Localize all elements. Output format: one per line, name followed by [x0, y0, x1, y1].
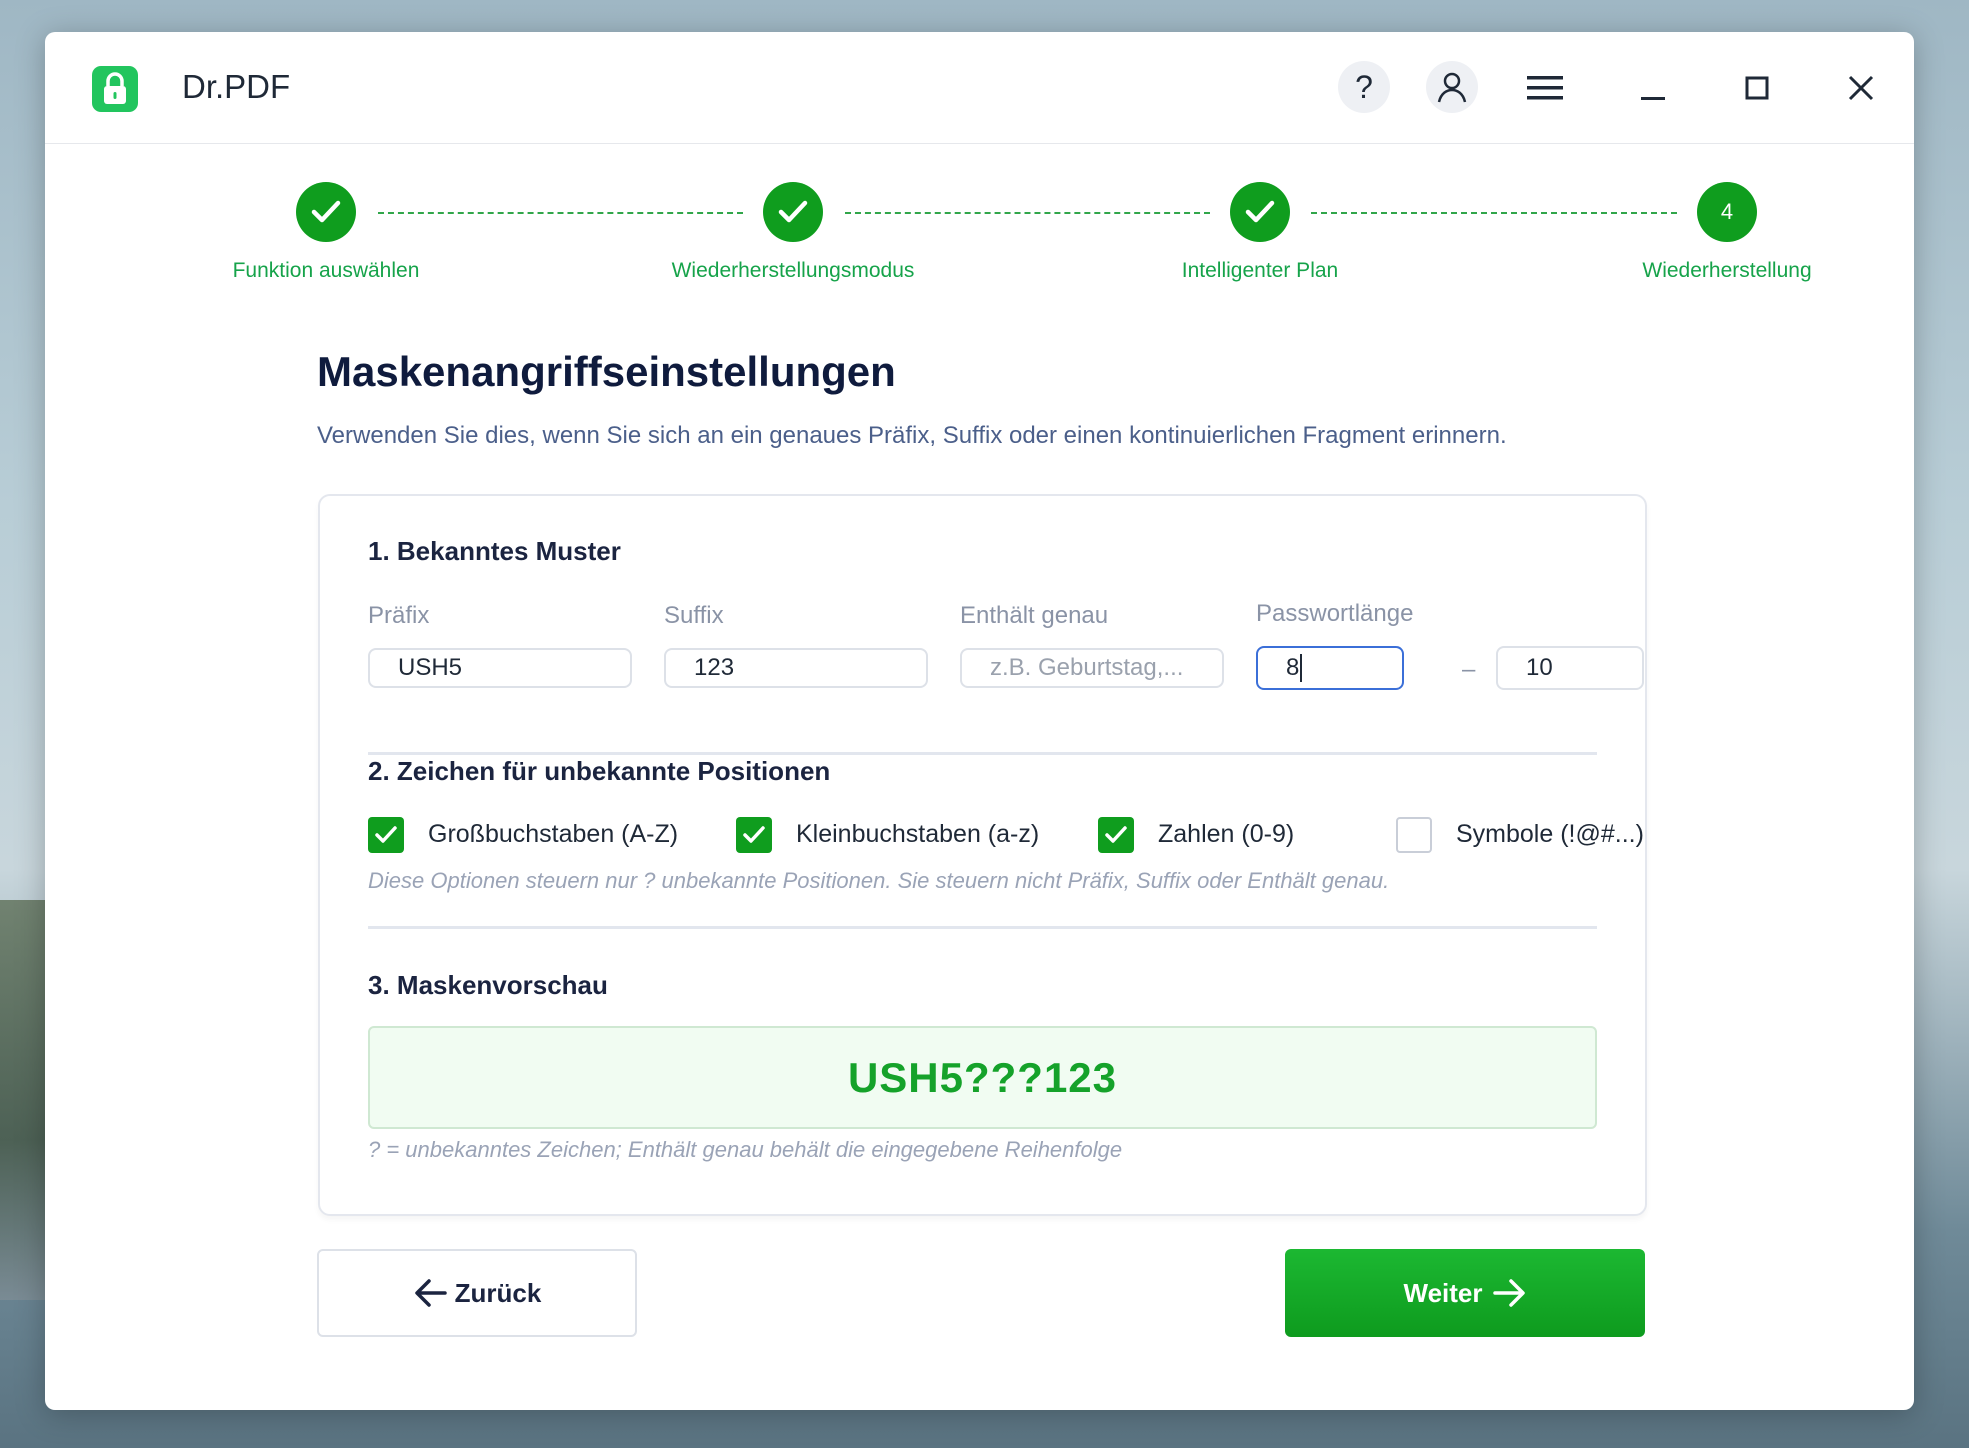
prefix-value: USH5: [398, 654, 463, 681]
step-3-done: [1230, 182, 1290, 242]
step-connector: [378, 212, 743, 214]
section-known-pattern-title: 1. Bekanntes Muster: [368, 536, 621, 566]
page-subtitle: Verwenden Sie dies, wenn Sie sich an ein…: [317, 422, 1507, 449]
app-title: Dr.PDF: [182, 68, 291, 105]
numbers-checkbox[interactable]: [1098, 817, 1134, 853]
help-button[interactable]: ?: [1338, 61, 1390, 113]
menu-button[interactable]: [1523, 66, 1567, 110]
uppercase-label[interactable]: Großbuchstaben (A-Z): [428, 820, 678, 849]
step-connector: [1311, 212, 1677, 214]
close-icon: [1848, 75, 1874, 101]
checkmark-icon: [311, 200, 341, 223]
maximize-icon: [1745, 76, 1769, 100]
prefix-input[interactable]: USH5: [368, 648, 632, 688]
section-divider: [368, 926, 1597, 929]
minimize-icon: [1641, 97, 1665, 100]
hamburger-menu-icon: [1527, 76, 1563, 100]
step-number: 4: [1720, 199, 1734, 224]
arrow-left-icon: [413, 1275, 449, 1311]
step-label: Intelligenter Plan: [1181, 259, 1339, 282]
symbols-checkbox[interactable]: [1396, 817, 1432, 853]
numbers-label[interactable]: Zahlen (0-9): [1158, 820, 1294, 849]
contains-placeholder: z.B. Geburtstag,...: [990, 654, 1184, 681]
next-button[interactable]: Weiter: [1285, 1249, 1645, 1337]
length-min-input[interactable]: 8: [1256, 646, 1404, 690]
section-mask-preview-title: 3. Maskenvorschau: [368, 970, 608, 1000]
step-connector: [845, 212, 1210, 214]
lowercase-label[interactable]: Kleinbuchstaben (a-z): [796, 820, 1039, 849]
close-button[interactable]: [1839, 66, 1883, 110]
section-divider: [368, 752, 1597, 755]
step-label: Funktion auswählen: [232, 259, 420, 282]
help-icon: ?: [1355, 68, 1373, 105]
uppercase-checkbox[interactable]: [368, 817, 404, 853]
back-button[interactable]: Zurück: [317, 1249, 637, 1337]
account-button[interactable]: [1426, 61, 1478, 113]
contains-label: Enthält genau: [960, 602, 1109, 629]
section-unknown-chars-title: 2. Zeichen für unbekannte Positionen: [368, 756, 831, 786]
mask-preview-hint: ? = unbekanntes Zeichen; Enthält genau b…: [368, 1137, 1123, 1162]
step-label: Wiederherstellungsmodus: [671, 259, 915, 282]
checkmark-icon: [778, 200, 808, 223]
mask-preview-value: USH5???123: [847, 1053, 1118, 1101]
next-button-label: Weiter: [1403, 1277, 1483, 1308]
step-1-done: [296, 182, 356, 242]
app-window: Dr.PDF ? 4 Funktion auswählen Wiederhers…: [45, 32, 1914, 1410]
symbols-label[interactable]: Symbole (!@#...): [1456, 820, 1644, 849]
maximize-button[interactable]: [1735, 66, 1779, 110]
prefix-label: Präfix: [368, 602, 430, 629]
checkmark-icon: [743, 826, 765, 843]
length-max-value: 10: [1526, 654, 1553, 681]
back-button-label: Zurück: [454, 1277, 542, 1308]
text-caret: [1300, 654, 1303, 682]
length-range-separator: –: [1462, 656, 1476, 683]
minimize-button[interactable]: [1631, 66, 1675, 110]
arrow-right-icon: [1491, 1275, 1527, 1311]
contains-input[interactable]: z.B. Geburtstag,...: [960, 648, 1224, 688]
length-max-input[interactable]: 10: [1496, 646, 1644, 690]
title-bar: Dr.PDF ?: [45, 32, 1914, 144]
unknown-chars-hint: Diese Optionen steuern nur ? unbekannte …: [368, 868, 1390, 893]
checkmark-icon: [1105, 826, 1127, 843]
lowercase-checkbox[interactable]: [736, 817, 772, 853]
step-label: Wiederherstellung: [1642, 259, 1812, 282]
length-min-value: 8: [1286, 654, 1300, 681]
step-2-done: [763, 182, 823, 242]
suffix-label: Suffix: [664, 602, 724, 629]
settings-card: 1. Bekanntes Muster Präfix Suffix Enthäl…: [318, 494, 1647, 1216]
mask-preview: USH5???123: [368, 1026, 1597, 1129]
suffix-value: 123: [694, 654, 735, 681]
suffix-input[interactable]: 123: [664, 648, 928, 688]
lock-icon: [92, 66, 138, 112]
user-icon: [1437, 72, 1467, 103]
checkmark-icon: [375, 826, 397, 843]
password-length-label: Passwortlänge: [1256, 600, 1414, 627]
checkmark-icon: [1245, 200, 1275, 223]
page-title: Maskenangriffseinstellungen: [317, 348, 896, 395]
step-4-current: 4: [1697, 182, 1757, 242]
